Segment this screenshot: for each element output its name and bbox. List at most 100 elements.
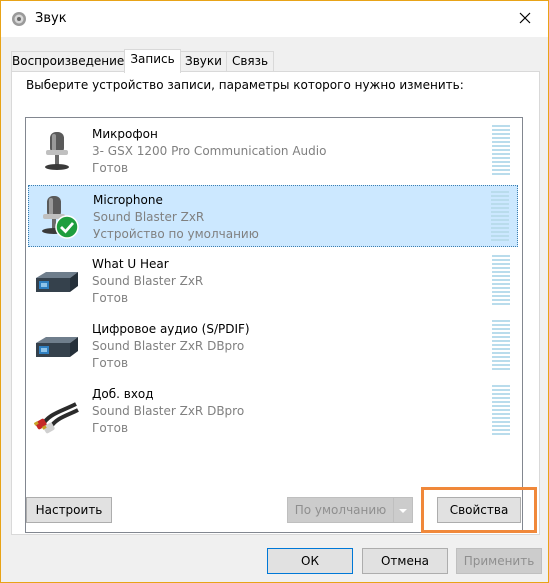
meter-segment bbox=[491, 199, 509, 201]
cancel-button[interactable]: Отмена bbox=[362, 548, 448, 574]
level-meter bbox=[491, 191, 509, 243]
device-name: Микрофон bbox=[92, 127, 158, 141]
meter-segment bbox=[492, 299, 510, 301]
meter-segment bbox=[492, 401, 510, 403]
configure-label: Настроить bbox=[35, 503, 103, 517]
meter-segment bbox=[492, 405, 510, 407]
tab-communications[interactable]: Связь bbox=[226, 51, 274, 71]
sound-dialog: Звук Воспроизведение Запись Звуки Связь … bbox=[0, 0, 549, 583]
meter-segment bbox=[492, 332, 510, 334]
meter-segment bbox=[492, 433, 510, 435]
device-list[interactable]: Микрофон 3- GSX 1200 Pro Communication A… bbox=[25, 117, 523, 533]
level-meter bbox=[492, 385, 510, 437]
meter-segment bbox=[492, 169, 510, 171]
meter-segment bbox=[491, 211, 509, 213]
tab-recording[interactable]: Запись bbox=[124, 49, 181, 73]
level-meter bbox=[492, 320, 510, 372]
close-icon bbox=[519, 12, 531, 27]
apply-button[interactable]: Применить bbox=[456, 548, 542, 574]
meter-segment bbox=[492, 129, 510, 131]
device-description: Sound Blaster ZxR bbox=[93, 210, 205, 224]
device-description: Sound Blaster ZxR bbox=[92, 274, 204, 288]
ok-label: ОК bbox=[301, 554, 319, 568]
device-description: 3- GSX 1200 Pro Communication Audio bbox=[92, 144, 327, 158]
meter-segment bbox=[492, 279, 510, 281]
meter-segment bbox=[492, 173, 510, 175]
meter-segment bbox=[492, 413, 510, 415]
meter-segment bbox=[492, 344, 510, 346]
speaker-icon bbox=[11, 11, 27, 27]
meter-segment bbox=[492, 271, 510, 273]
meter-segment bbox=[491, 235, 509, 237]
device-name: Цифровое аудио (S/PDIF) bbox=[92, 322, 250, 336]
meter-segment bbox=[492, 275, 510, 277]
meter-segment bbox=[492, 283, 510, 285]
meter-segment bbox=[492, 348, 510, 350]
meter-segment bbox=[492, 389, 510, 391]
meter-segment bbox=[492, 368, 510, 370]
device-name: Доб. вход bbox=[92, 387, 154, 401]
meter-segment bbox=[491, 219, 509, 221]
close-button[interactable] bbox=[502, 1, 548, 37]
level-meter bbox=[492, 125, 510, 177]
meter-segment bbox=[492, 287, 510, 289]
list-item[interactable]: Microphone Sound Blaster ZxR Устройство … bbox=[28, 185, 518, 247]
instruction-text: Выберите устройство записи, параметры ко… bbox=[26, 78, 464, 92]
list-item[interactable]: Микрофон 3- GSX 1200 Pro Communication A… bbox=[28, 120, 518, 182]
meter-segment bbox=[492, 145, 510, 147]
recording-panel: Выберите устройство записи, параметры ко… bbox=[11, 71, 540, 535]
meter-segment bbox=[492, 397, 510, 399]
meter-segment bbox=[492, 364, 510, 366]
meter-segment bbox=[492, 259, 510, 261]
ok-button[interactable]: ОК bbox=[267, 548, 353, 574]
meter-segment bbox=[492, 324, 510, 326]
device-name: What U Hear bbox=[92, 257, 169, 271]
meter-segment bbox=[492, 149, 510, 151]
device-description: Sound Blaster ZxR DBpro bbox=[92, 339, 245, 353]
meter-segment bbox=[491, 239, 509, 241]
meter-segment bbox=[491, 215, 509, 217]
set-default-button[interactable]: По умолчанию bbox=[287, 497, 393, 523]
meter-segment bbox=[492, 360, 510, 362]
meter-segment bbox=[492, 137, 510, 139]
set-default-dropdown[interactable] bbox=[393, 497, 413, 523]
tab-playback[interactable]: Воспроизведение bbox=[11, 51, 125, 71]
meter-segment bbox=[492, 409, 510, 411]
meter-segment bbox=[492, 157, 510, 159]
microphone-default-icon bbox=[35, 194, 81, 240]
tab-sounds[interactable]: Звуки bbox=[180, 51, 227, 71]
microphone-icon bbox=[34, 128, 80, 174]
meter-segment bbox=[491, 207, 509, 209]
meter-segment bbox=[492, 352, 510, 354]
rca-cable-icon bbox=[33, 388, 80, 434]
meter-segment bbox=[491, 195, 509, 197]
meter-segment bbox=[492, 393, 510, 395]
set-default-label: По умолчанию bbox=[294, 503, 387, 517]
meter-segment bbox=[492, 336, 510, 338]
meter-segment bbox=[492, 153, 510, 155]
cancel-label: Отмена bbox=[380, 554, 430, 568]
device-status: Готов bbox=[92, 161, 129, 175]
meter-segment bbox=[492, 165, 510, 167]
apply-label: Применить bbox=[463, 554, 535, 568]
meter-segment bbox=[491, 203, 509, 205]
sound-card-icon bbox=[34, 258, 80, 304]
meter-segment bbox=[492, 161, 510, 163]
meter-segment bbox=[492, 385, 510, 387]
meter-segment bbox=[492, 356, 510, 358]
device-status: Готов bbox=[92, 421, 129, 435]
meter-segment bbox=[492, 267, 510, 269]
chevron-down-icon bbox=[398, 503, 408, 517]
meter-segment bbox=[492, 429, 510, 431]
list-item[interactable]: Доб. вход Sound Blaster ZxR DBpro Готов bbox=[28, 380, 518, 442]
meter-segment bbox=[492, 141, 510, 143]
meter-segment bbox=[492, 320, 510, 322]
level-meter bbox=[492, 255, 510, 307]
device-status: Готов bbox=[92, 291, 129, 305]
meter-segment bbox=[492, 125, 510, 127]
meter-segment bbox=[492, 303, 510, 305]
list-item[interactable]: What U Hear Sound Blaster ZxR Готов bbox=[28, 250, 518, 312]
configure-button[interactable]: Настроить bbox=[26, 497, 112, 523]
title-bar: Звук bbox=[1, 1, 548, 37]
list-item[interactable]: Цифровое аудио (S/PDIF) Sound Blaster Zx… bbox=[28, 315, 518, 377]
